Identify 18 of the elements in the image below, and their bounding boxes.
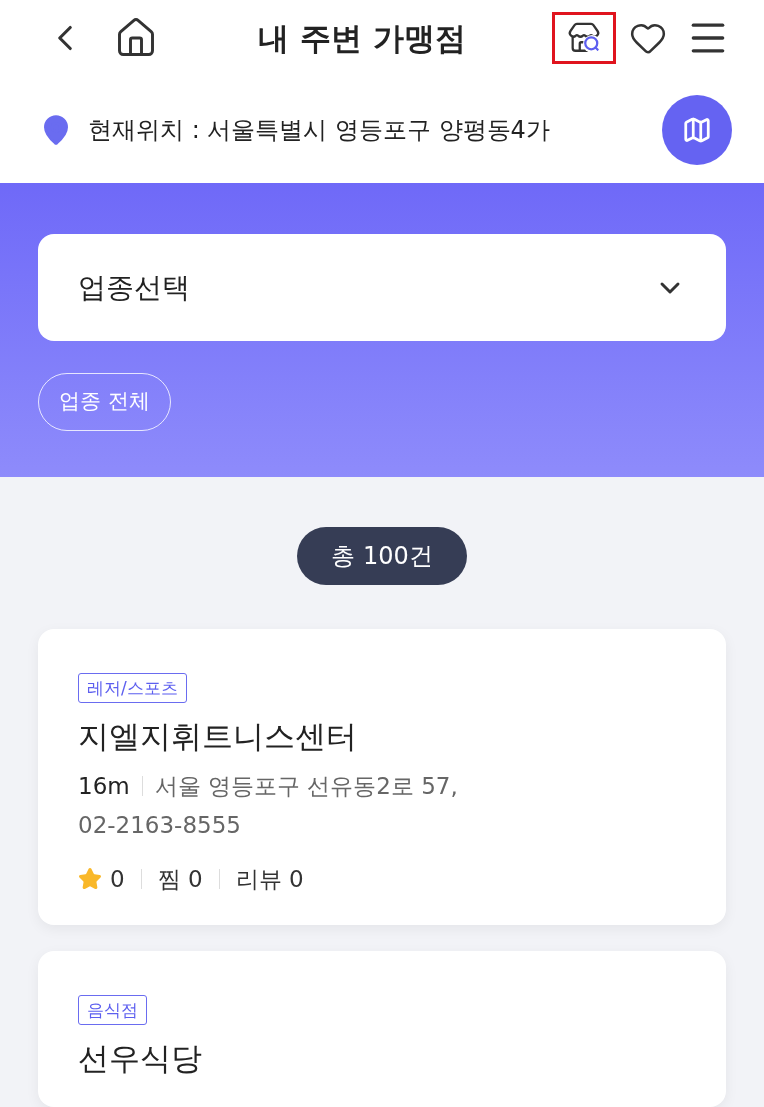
store-name: 선우식당 [78,1038,203,1078]
store-search-icon[interactable] [552,12,616,64]
store-card[interactable]: 음식점 선우식당 [38,950,726,1107]
current-location: 현재위치 : 서울특별시 영등포구 양평동4가 [88,114,551,146]
reviews-count: 리뷰 0 [235,865,304,894]
store-card[interactable]: 레저/스포츠 지엘지휘트니스센터 16m 서울 영등포구 선유동2로 57, 02-2163-8555 0 찜 0 리뷰 0 [38,629,726,925]
distance: 16m [78,772,130,801]
category-select[interactable]: 업종선택 [38,234,726,341]
total-count: 총 100건 [297,527,467,585]
likes-count: 찜 0 [157,865,203,894]
star-icon [78,867,102,892]
category-tag: 레저/스포츠 [78,673,187,703]
rating: 0 [110,865,125,894]
store-name: 지엘지휘트니스센터 [78,717,358,756]
phone-number: 02-2163-8555 [78,810,242,840]
category-tag: 음식점 [78,994,147,1025]
page-title: 내 주변 가맹점 [258,18,467,58]
address: 서울 영등포구 선유동2로 57, [154,772,458,801]
